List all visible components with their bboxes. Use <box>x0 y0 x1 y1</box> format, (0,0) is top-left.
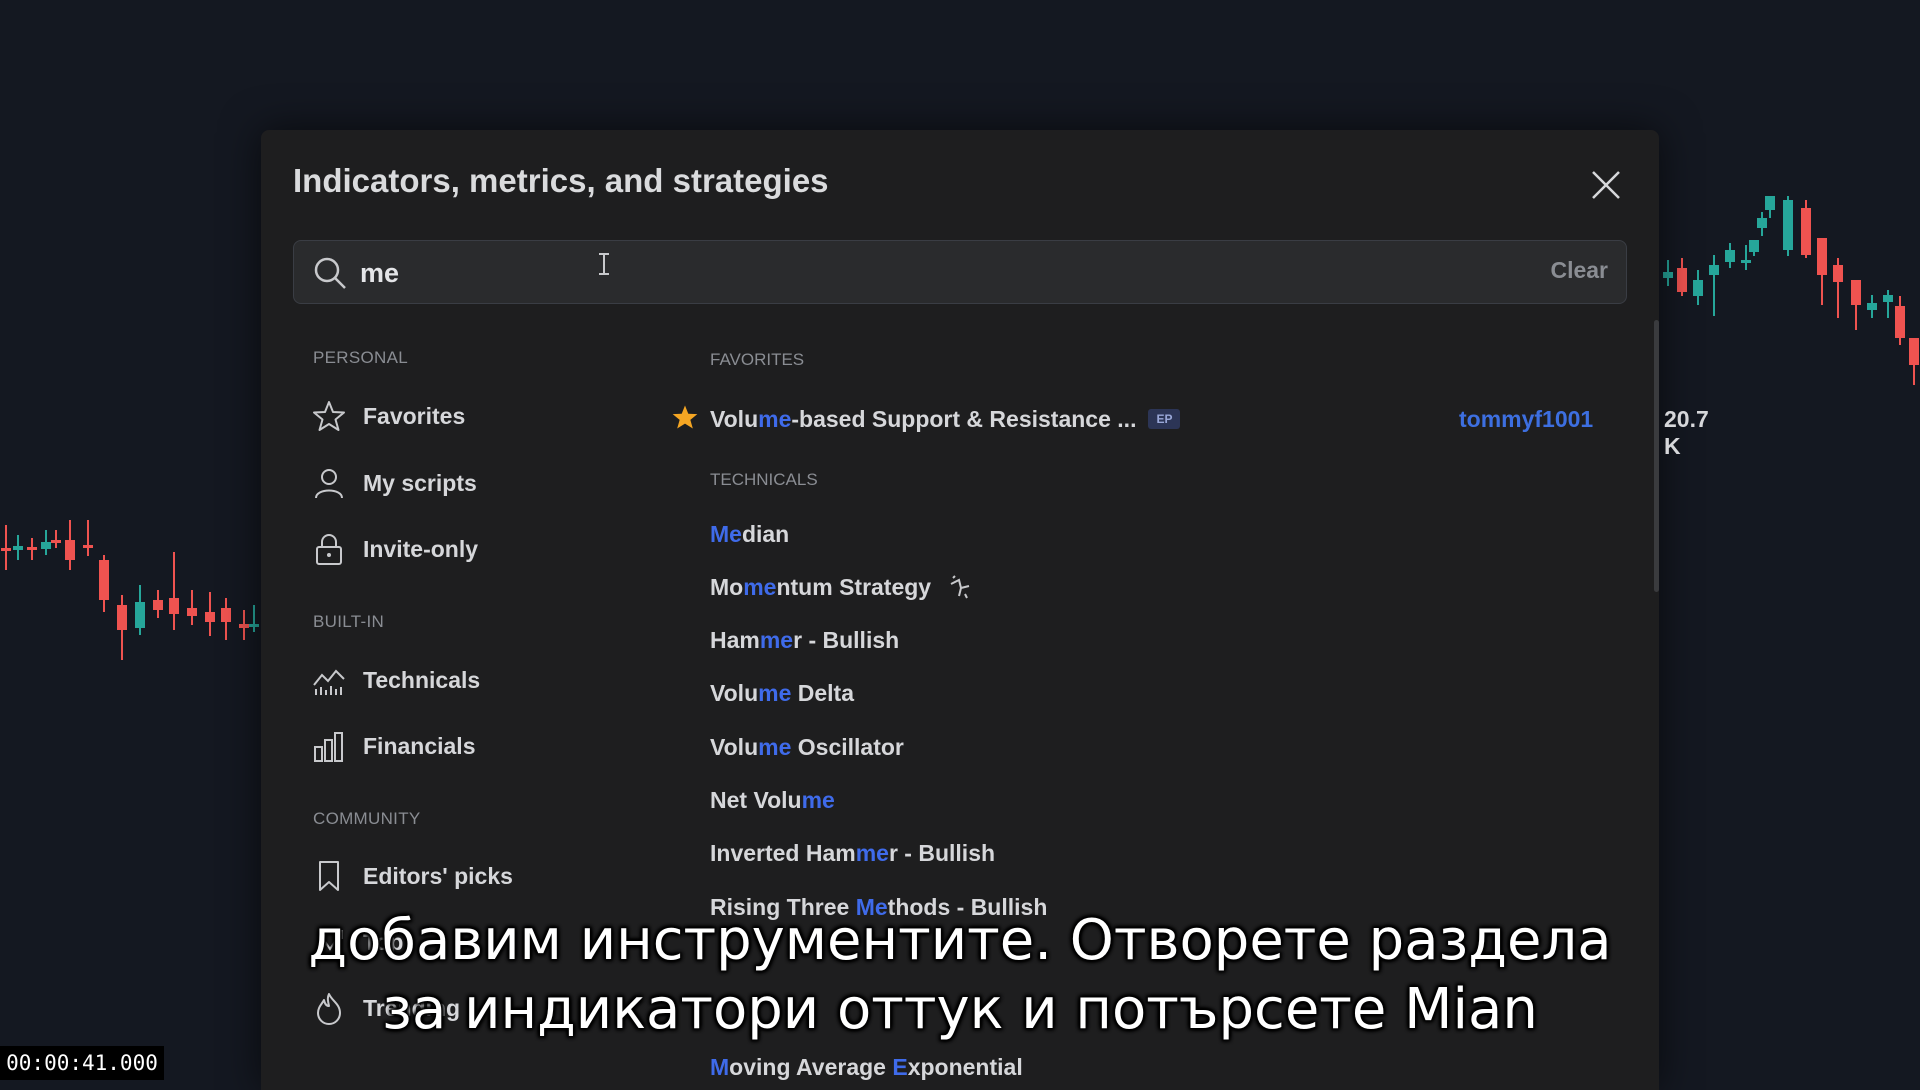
candle-body <box>1833 265 1843 282</box>
candle-body <box>65 540 75 560</box>
candle-body <box>221 608 231 622</box>
result-item[interactable]: Moving Average Exponential <box>710 1046 1023 1088</box>
candle-body <box>1725 250 1735 262</box>
candle-body <box>1677 268 1687 292</box>
candle-body <box>1895 306 1905 338</box>
candle-body <box>249 624 259 627</box>
favorite-result-row[interactable]: Volume-based Support & Resistance ... EP… <box>671 396 1709 459</box>
dialog-title: Indicators, metrics, and strategies <box>293 162 829 199</box>
result-item[interactable]: Inverted Ham me r - Bullish <box>710 832 995 874</box>
candle-body <box>99 560 109 600</box>
star-icon <box>311 398 347 434</box>
result-item[interactable]: Mo me ntum Strategy <box>710 566 971 608</box>
candle-body <box>117 605 127 630</box>
candle-body <box>1749 240 1759 252</box>
close-icon <box>1592 171 1620 199</box>
sidebar-item-invite-only[interactable]: Invite-only <box>311 525 478 573</box>
sidebar-item-my-scripts[interactable]: My scripts <box>311 459 477 507</box>
video-timestamp: 00:00:41.000 <box>0 1046 164 1080</box>
sidebar-item-label: My scripts <box>363 469 477 496</box>
result-item[interactable]: Volu me Oscillator <box>710 726 904 768</box>
sidebar-item-financials[interactable]: Financials <box>311 722 475 770</box>
candle-body <box>27 547 37 550</box>
sidebar-item-label: Technicals <box>363 666 481 693</box>
candle-body <box>1867 303 1877 310</box>
favorite-star-icon[interactable] <box>671 403 707 436</box>
ep-badge: EP <box>1148 409 1181 429</box>
result-item[interactable]: Me dian <box>710 513 789 555</box>
subtitle-line-2: за индикатори оттук и потърсете Mian <box>382 977 1538 1042</box>
sidebar-item-technicals[interactable]: Technicals <box>311 656 480 704</box>
sidebar-item-label: Invite-only <box>363 535 479 562</box>
sidebar-item-label: Favorites <box>363 402 466 429</box>
candle-body <box>187 608 197 616</box>
result-item[interactable]: Volu me Delta <box>710 672 854 714</box>
candle-body <box>1851 280 1861 305</box>
candle-body <box>239 624 249 628</box>
result-item[interactable]: Net Volu me <box>710 779 835 821</box>
author-link[interactable]: tommyf1001 <box>1459 406 1593 433</box>
candle-body <box>153 600 163 610</box>
clear-button[interactable]: Clear <box>1550 257 1608 284</box>
candle-body <box>135 602 145 628</box>
section-technicals: TECHNICALS <box>710 470 818 489</box>
close-button[interactable] <box>1581 160 1631 210</box>
candle-body <box>13 546 23 550</box>
candle-body <box>1765 196 1775 210</box>
subtitle-line-1: добавим инструментите. Отворете раздела <box>308 908 1612 973</box>
candle-body <box>1663 272 1673 278</box>
candle-body <box>1741 260 1751 263</box>
sparkle-icon <box>950 575 970 599</box>
results-scrollbar[interactable] <box>1654 320 1659 592</box>
text-cursor-icon <box>599 253 609 275</box>
section-built-in: BUILT-IN <box>313 612 385 631</box>
candle-body <box>41 542 51 549</box>
candle-body <box>1 548 11 551</box>
candle-body <box>1909 338 1919 365</box>
candle-body <box>1693 280 1703 296</box>
section-favorites: FAVORITES <box>710 350 805 369</box>
user-icon <box>311 465 347 501</box>
search-icon <box>314 257 346 289</box>
candle-body <box>1883 295 1893 302</box>
sidebar-item-favorites[interactable]: Favorites <box>311 392 465 440</box>
candle-body <box>1709 265 1719 275</box>
candle-body <box>169 598 179 614</box>
candle-body <box>83 545 93 548</box>
sidebar-item-label: Editors' picks <box>363 862 513 889</box>
search-input[interactable] <box>360 251 1360 295</box>
sidebar-item-editors-picks[interactable]: Editors' picks <box>311 852 513 900</box>
bookmark-icon <box>311 858 347 894</box>
candle-body <box>1817 238 1827 275</box>
likes-count: 20.7 K <box>1664 406 1709 459</box>
section-personal: PERSONAL <box>313 348 408 367</box>
candle-body <box>51 540 61 543</box>
search-box[interactable]: Clear <box>293 240 1627 304</box>
result-item[interactable]: Ham me r - Bullish <box>710 619 899 661</box>
candle-body <box>1757 218 1767 228</box>
section-community: COMMUNITY <box>313 809 421 828</box>
candle-body <box>1783 200 1793 250</box>
favorite-name: Volume-based Support & Resistance ... <box>710 405 1137 432</box>
bar-chart-icon <box>311 728 347 764</box>
candle-body <box>205 612 215 622</box>
lock-icon <box>311 531 347 567</box>
sidebar-item-label: Financials <box>363 732 476 759</box>
technicals-chart-icon <box>311 662 347 698</box>
candle-body <box>1801 208 1811 255</box>
